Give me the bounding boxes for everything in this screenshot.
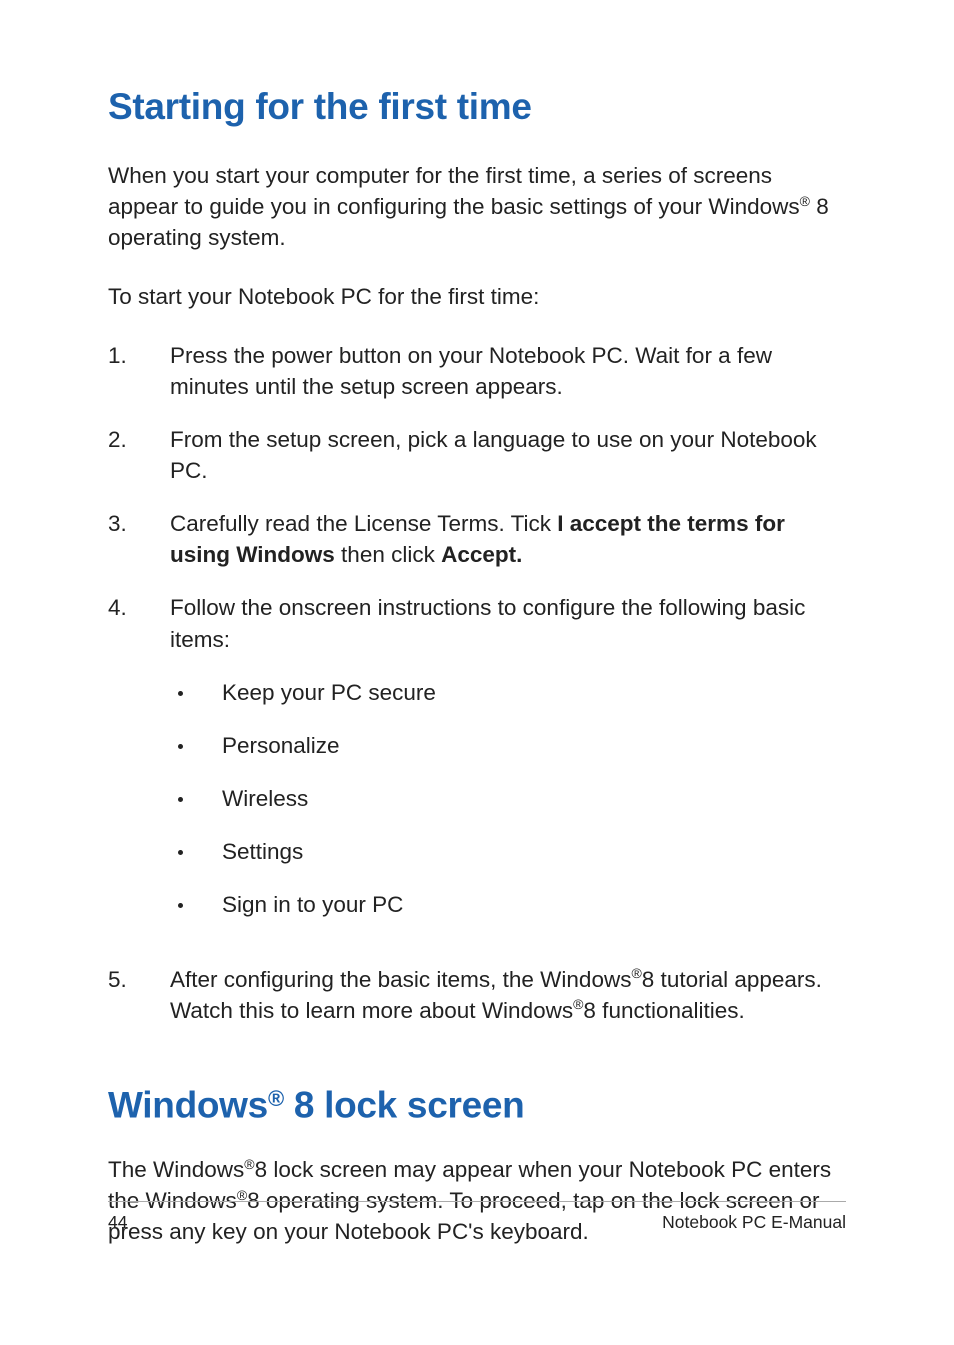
step-1: 1. Press the power button on your Notebo… xyxy=(108,340,846,402)
page-footer: 44 Notebook PC E-Manual xyxy=(108,1201,846,1233)
intro-paragraph-2: To start your Notebook PC for the first … xyxy=(108,281,846,312)
step-marker: 4. xyxy=(108,592,170,941)
bullet-marker xyxy=(170,730,222,761)
bullet-icon xyxy=(178,903,183,908)
step-text: After configuring the basic items, the W… xyxy=(170,964,846,1026)
page-number: 44 xyxy=(108,1212,127,1233)
step-marker: 2. xyxy=(108,424,170,486)
registered-mark: ® xyxy=(800,193,810,209)
registered-mark: ® xyxy=(268,1086,284,1111)
bullet-text: Wireless xyxy=(222,783,846,814)
manual-page: Starting for the first time When you sta… xyxy=(0,0,954,1247)
heading2-b: 8 lock screen xyxy=(284,1084,525,1125)
step-2: 2. From the setup screen, pick a languag… xyxy=(108,424,846,486)
bullet-icon xyxy=(178,744,183,749)
step-marker: 3. xyxy=(108,508,170,570)
bullet-marker xyxy=(170,836,222,867)
bullet-item: Personalize xyxy=(170,730,846,761)
bullet-item: Settings xyxy=(170,836,846,867)
steps-list: 1. Press the power button on your Notebo… xyxy=(108,340,846,1026)
registered-mark: ® xyxy=(573,996,583,1012)
intro-text-a: When you start your computer for the fir… xyxy=(108,163,800,219)
bullet-item: Wireless xyxy=(170,783,846,814)
step3-bold2: Accept. xyxy=(441,542,522,567)
bullet-list: Keep your PC secure Personalize Wireless… xyxy=(170,677,846,920)
p3-a: The Windows xyxy=(108,1157,244,1182)
step-5: 5. After configuring the basic items, th… xyxy=(108,964,846,1026)
heading2-a: Windows xyxy=(108,1084,268,1125)
step-3: 3. Carefully read the License Terms. Tic… xyxy=(108,508,846,570)
step-4: 4. Follow the onscreen instructions to c… xyxy=(108,592,846,941)
step3-pre: Carefully read the License Terms. Tick xyxy=(170,511,557,536)
step5-pre: After configuring the basic items, the W… xyxy=(170,967,631,992)
heading-starting: Starting for the first time xyxy=(108,86,846,128)
step-text: From the setup screen, pick a language t… xyxy=(170,424,846,486)
step3-mid: then click xyxy=(335,542,441,567)
footer-title: Notebook PC E-Manual xyxy=(662,1212,846,1233)
step5-post: 8 functionalities. xyxy=(583,998,744,1023)
registered-mark: ® xyxy=(244,1156,254,1172)
intro-paragraph-1: When you start your computer for the fir… xyxy=(108,160,846,253)
bullet-marker xyxy=(170,783,222,814)
step-text: Carefully read the License Terms. Tick I… xyxy=(170,508,846,570)
heading-lock-screen: Windows® 8 lock screen xyxy=(108,1084,846,1126)
bullet-item: Keep your PC secure xyxy=(170,677,846,708)
bullet-marker xyxy=(170,889,222,920)
bullet-text: Sign in to your PC xyxy=(222,889,846,920)
bullet-marker xyxy=(170,677,222,708)
step4-text: Follow the onscreen instructions to conf… xyxy=(170,595,805,651)
step-text: Follow the onscreen instructions to conf… xyxy=(170,592,846,941)
registered-mark: ® xyxy=(631,965,641,981)
bullet-icon xyxy=(178,797,183,802)
step-marker: 5. xyxy=(108,964,170,1026)
bullet-icon xyxy=(178,691,183,696)
step-text: Press the power button on your Notebook … xyxy=(170,340,846,402)
bullet-text: Keep your PC secure xyxy=(222,677,846,708)
bullet-text: Personalize xyxy=(222,730,846,761)
step-marker: 1. xyxy=(108,340,170,402)
bullet-item: Sign in to your PC xyxy=(170,889,846,920)
bullet-icon xyxy=(178,850,183,855)
bullet-text: Settings xyxy=(222,836,846,867)
